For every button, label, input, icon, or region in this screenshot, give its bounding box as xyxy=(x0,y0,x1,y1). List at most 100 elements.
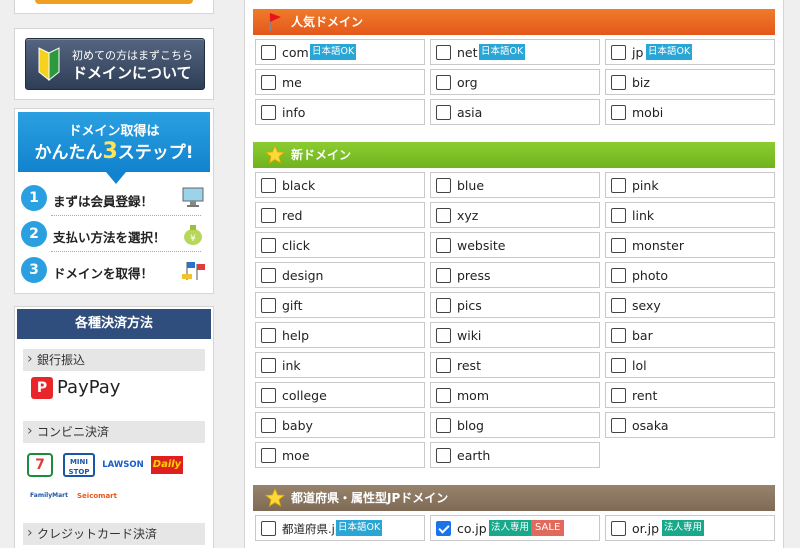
domain-option-me[interactable]: me xyxy=(255,69,425,95)
domain-option-website[interactable]: website xyxy=(430,232,600,258)
domain-checkbox[interactable] xyxy=(436,328,451,343)
domain-checkbox[interactable] xyxy=(611,75,626,90)
domain-checkbox[interactable] xyxy=(261,328,276,343)
domain-option-org[interactable]: org xyxy=(430,69,600,95)
domain-name: baby xyxy=(282,418,313,433)
domain-option-biz[interactable]: biz xyxy=(605,69,775,95)
domain-checkbox[interactable] xyxy=(611,388,626,403)
domain-checkbox[interactable] xyxy=(436,388,451,403)
domain-name: mom xyxy=(457,388,490,403)
domain-checkbox[interactable] xyxy=(261,298,276,313)
domain-option-help[interactable]: help xyxy=(255,322,425,348)
domain-checkbox[interactable] xyxy=(436,75,451,90)
domain-option-rest[interactable]: rest xyxy=(430,352,600,378)
domain-checkbox[interactable] xyxy=(611,298,626,313)
step-number: 3 xyxy=(21,257,47,283)
orange-button-edge[interactable] xyxy=(35,0,193,4)
domain-checkbox[interactable] xyxy=(611,45,626,60)
domain-checkbox[interactable] xyxy=(611,418,626,433)
domain-checkbox[interactable] xyxy=(436,418,451,433)
bank-transfer-category[interactable]: 銀行振込 xyxy=(23,348,205,371)
beginner-caption: 初めての方はまずこちら xyxy=(72,49,193,62)
domain-checkbox[interactable] xyxy=(261,521,276,536)
domain-option-monster[interactable]: monster xyxy=(605,232,775,258)
domain-option-blog[interactable]: blog xyxy=(430,412,600,438)
domain-option-bar[interactable]: bar xyxy=(605,322,775,348)
domain-option-or-jp[interactable]: or.jp 法人専用 xyxy=(605,515,775,541)
domain-checkbox[interactable] xyxy=(611,238,626,253)
domain-option-sexy[interactable]: sexy xyxy=(605,292,775,318)
domain-option-osaka[interactable]: osaka xyxy=(605,412,775,438)
domain-name: me xyxy=(282,75,302,90)
domain-option-red[interactable]: red xyxy=(255,202,425,228)
domain-option-wiki[interactable]: wiki xyxy=(430,322,600,348)
domain-option-prefecture-jp[interactable]: 都道府県.jp 日本語OK xyxy=(255,515,425,541)
domain-option-baby[interactable]: baby xyxy=(255,412,425,438)
about-domain-button[interactable]: 初めての方はまずこちら ドメインについて xyxy=(25,38,205,90)
domain-checkbox[interactable] xyxy=(261,178,276,193)
domain-option-asia[interactable]: asia xyxy=(430,99,600,125)
domain-option-photo[interactable]: photo xyxy=(605,262,775,288)
domain-option-gift[interactable]: gift xyxy=(255,292,425,318)
three-steps-box: ドメイン取得は かんたん3ステップ! 1 まずは会員登録！ 2 支払い方法を選択… xyxy=(14,108,214,294)
domain-checkbox[interactable] xyxy=(261,45,276,60)
domain-option-jp[interactable]: jp 日本語OK xyxy=(605,39,775,65)
domain-option-link[interactable]: link xyxy=(605,202,775,228)
domain-checkbox[interactable] xyxy=(261,448,276,463)
domain-option-design[interactable]: design xyxy=(255,262,425,288)
domain-checkbox[interactable] xyxy=(436,208,451,223)
domain-option-blue[interactable]: blue xyxy=(430,172,600,198)
domain-option-pics[interactable]: pics xyxy=(430,292,600,318)
domain-option-earth[interactable]: earth xyxy=(430,442,600,468)
domain-option-pink[interactable]: pink xyxy=(605,172,775,198)
convenience-store-category[interactable]: コンビニ決済 xyxy=(23,420,205,443)
star-icon xyxy=(264,144,286,165)
domain-option-com[interactable]: com 日本語OK xyxy=(255,39,425,65)
domain-option-black[interactable]: black xyxy=(255,172,425,198)
domain-option-lol[interactable]: lol xyxy=(605,352,775,378)
domain-checkbox[interactable] xyxy=(436,358,451,373)
domain-option-press[interactable]: press xyxy=(430,262,600,288)
domain-option-ink[interactable]: ink xyxy=(255,352,425,378)
domain-option-xyz[interactable]: xyz xyxy=(430,202,600,228)
domain-option-moe[interactable]: moe xyxy=(255,442,425,468)
domain-name: click xyxy=(282,238,310,253)
domain-option-rent[interactable]: rent xyxy=(605,382,775,408)
domain-checkbox[interactable] xyxy=(611,358,626,373)
domain-checkbox[interactable] xyxy=(611,328,626,343)
step-number: 1 xyxy=(21,185,47,211)
domain-option-mobi[interactable]: mobi xyxy=(605,99,775,125)
credit-card-category[interactable]: クレジットカード決済 xyxy=(23,522,205,545)
domain-checkbox[interactable] xyxy=(436,45,451,60)
domain-checkbox[interactable] xyxy=(261,388,276,403)
domain-checkbox[interactable] xyxy=(261,418,276,433)
domain-name: sexy xyxy=(632,298,661,313)
domain-checkbox[interactable] xyxy=(436,268,451,283)
domain-checkbox-checked[interactable] xyxy=(436,521,451,536)
japanese-ok-badge: 日本語OK xyxy=(336,520,383,536)
domain-option-college[interactable]: college xyxy=(255,382,425,408)
domain-name: gift xyxy=(282,298,303,313)
domain-checkbox[interactable] xyxy=(436,448,451,463)
domain-checkbox[interactable] xyxy=(436,178,451,193)
domain-checkbox[interactable] xyxy=(261,208,276,223)
domain-option-mom[interactable]: mom xyxy=(430,382,600,408)
domain-checkbox[interactable] xyxy=(611,105,626,120)
domain-checkbox[interactable] xyxy=(436,298,451,313)
domain-option-co-jp[interactable]: co.jp 法人専用 SALE xyxy=(430,515,600,541)
domain-checkbox[interactable] xyxy=(611,268,626,283)
domain-checkbox[interactable] xyxy=(261,238,276,253)
domain-checkbox[interactable] xyxy=(611,178,626,193)
domain-checkbox[interactable] xyxy=(436,105,451,120)
domain-checkbox[interactable] xyxy=(261,358,276,373)
domain-option-net[interactable]: net 日本語OK xyxy=(430,39,600,65)
domain-checkbox[interactable] xyxy=(261,268,276,283)
step-label: ドメインを取得！ xyxy=(53,266,154,281)
domain-checkbox[interactable] xyxy=(436,238,451,253)
domain-checkbox[interactable] xyxy=(261,75,276,90)
domain-option-info[interactable]: info xyxy=(255,99,425,125)
domain-option-click[interactable]: click xyxy=(255,232,425,258)
domain-checkbox[interactable] xyxy=(611,521,626,536)
domain-checkbox[interactable] xyxy=(261,105,276,120)
domain-checkbox[interactable] xyxy=(611,208,626,223)
